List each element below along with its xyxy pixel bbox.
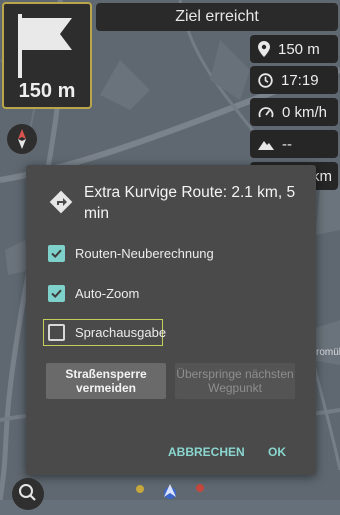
compass-icon bbox=[18, 129, 26, 149]
route-diamond-icon bbox=[49, 190, 73, 214]
search-button[interactable] bbox=[12, 478, 44, 510]
avoid-roadblock-button[interactable]: Straßensperre vermeiden bbox=[46, 363, 166, 399]
option-voice-guidance[interactable]: Sprachausgabe bbox=[48, 324, 166, 341]
location-pin-icon bbox=[258, 41, 270, 57]
distance-widget[interactable]: 150 m bbox=[250, 35, 338, 63]
option-auto-zoom-label: Auto-Zoom bbox=[75, 286, 140, 301]
next-turn-widget[interactable]: 150 m bbox=[2, 2, 92, 109]
speedometer-icon bbox=[258, 107, 274, 118]
speed-widget[interactable]: 0 km/h bbox=[250, 98, 338, 126]
option-auto-zoom[interactable]: Auto-Zoom bbox=[48, 285, 139, 302]
checkmark-icon bbox=[51, 289, 62, 299]
clock-icon bbox=[258, 72, 273, 88]
skip-waypoint-button[interactable]: Überspringe nächsten Wegpunkt bbox=[175, 363, 295, 399]
speed-value: 0 km/h bbox=[282, 103, 328, 121]
checkmark-icon bbox=[51, 249, 62, 259]
checkbox-auto-zoom[interactable] bbox=[48, 285, 65, 302]
compass-button[interactable] bbox=[7, 124, 37, 154]
option-recalculation-label: Routen-Neuberechnung bbox=[75, 246, 214, 261]
destination-status-bar[interactable]: Ziel erreicht bbox=[96, 3, 338, 31]
altitude-widget[interactable]: -- bbox=[250, 130, 338, 158]
search-icon bbox=[19, 484, 36, 501]
distance-value: 150 m bbox=[278, 40, 320, 58]
arrival-time-value: 17:19 bbox=[281, 71, 319, 89]
checkbox-recalculation[interactable] bbox=[48, 245, 65, 262]
altitude-value: -- bbox=[282, 135, 292, 153]
dialog-title: Extra Kurvige Route: 2.1 km, 5 min bbox=[84, 184, 296, 222]
route-options-dialog: Extra Kurvige Route: 2.1 km, 5 min Route… bbox=[26, 165, 316, 475]
destination-flag-icon bbox=[18, 14, 72, 78]
option-recalculation[interactable]: Routen-Neuberechnung bbox=[48, 245, 214, 262]
ok-button[interactable]: OK bbox=[268, 445, 286, 459]
map-place-label: romühl bbox=[316, 347, 340, 358]
turn-distance: 150 m bbox=[18, 80, 76, 102]
mountain-icon bbox=[258, 141, 274, 150]
option-voice-guidance-label: Sprachausgabe bbox=[75, 325, 167, 340]
cancel-button[interactable]: ABBRECHEN bbox=[168, 445, 245, 459]
checkbox-voice-guidance[interactable] bbox=[48, 324, 65, 341]
arrival-time-widget[interactable]: 17:19 bbox=[250, 66, 338, 94]
